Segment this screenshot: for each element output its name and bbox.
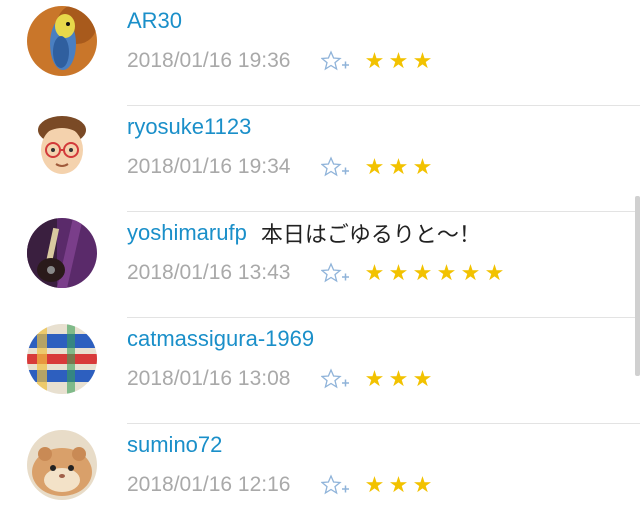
timestamp: 2018/01/16 13:08 [127, 367, 291, 390]
star-icon[interactable]: ★ [483, 262, 507, 284]
timestamp: 2018/01/16 19:36 [127, 49, 291, 72]
list-item: sumino72 2018/01/16 12:16 ★ ★ ★ [0, 424, 640, 507]
star-list: AR30 2018/01/16 19:36 ★ ★ ★ ryosuke1123 … [0, 0, 640, 507]
star-icon[interactable]: ★ [387, 474, 411, 496]
star-icon[interactable]: ★ [363, 368, 387, 390]
username-link[interactable]: AR30 [127, 8, 182, 34]
add-star-icon[interactable] [319, 50, 351, 72]
username-link[interactable]: ryosuke1123 [127, 114, 251, 140]
star-rating: ★ ★ ★ ★ ★ ★ [363, 262, 507, 284]
star-rating: ★ ★ ★ [363, 50, 435, 72]
colorful-pattern-avatar-icon[interactable] [27, 324, 97, 394]
list-item: yoshimarufp 本日はごゆるりと～！ 2018/01/16 13:43 … [0, 212, 640, 318]
cartoon-face-avatar-icon[interactable] [27, 112, 97, 182]
star-icon[interactable]: ★ [387, 262, 411, 284]
username-link[interactable]: sumino72 [127, 432, 222, 458]
add-star-icon[interactable] [319, 156, 351, 178]
comment-text: 本日はごゆるりと～！ [260, 222, 481, 247]
star-icon[interactable]: ★ [435, 262, 459, 284]
star-icon[interactable]: ★ [363, 50, 387, 72]
list-item: ryosuke1123 2018/01/16 19:34 ★ ★ ★ [0, 106, 640, 212]
scrollbar[interactable] [635, 196, 640, 376]
hamster-avatar-icon[interactable] [27, 430, 97, 500]
list-item: catmassigura-1969 2018/01/16 13:08 ★ ★ ★ [0, 318, 640, 424]
add-star-icon[interactable] [319, 262, 351, 284]
star-icon[interactable]: ★ [411, 474, 435, 496]
star-icon[interactable]: ★ [387, 156, 411, 178]
guitar-avatar-icon[interactable] [27, 218, 97, 288]
star-icon[interactable]: ★ [363, 262, 387, 284]
timestamp: 2018/01/16 12:16 [127, 473, 291, 496]
star-icon[interactable]: ★ [387, 50, 411, 72]
star-icon[interactable]: ★ [363, 474, 387, 496]
star-icon[interactable]: ★ [387, 368, 411, 390]
username-link[interactable]: yoshimarufp [127, 220, 247, 246]
timestamp: 2018/01/16 13:43 [127, 261, 291, 284]
username-link[interactable]: catmassigura-1969 [127, 326, 314, 352]
add-star-icon[interactable] [319, 368, 351, 390]
timestamp: 2018/01/16 19:34 [127, 155, 291, 178]
star-icon[interactable]: ★ [411, 50, 435, 72]
star-icon[interactable]: ★ [411, 368, 435, 390]
add-star-icon[interactable] [319, 474, 351, 496]
star-rating: ★ ★ ★ [363, 156, 435, 178]
star-icon[interactable]: ★ [411, 156, 435, 178]
star-icon[interactable]: ★ [459, 262, 483, 284]
list-item: AR30 2018/01/16 19:36 ★ ★ ★ [0, 0, 640, 106]
star-icon[interactable]: ★ [411, 262, 435, 284]
star-icon[interactable]: ★ [363, 156, 387, 178]
star-rating: ★ ★ ★ [363, 474, 435, 496]
star-rating: ★ ★ ★ [363, 368, 435, 390]
parakeet-avatar-icon[interactable] [27, 6, 97, 76]
